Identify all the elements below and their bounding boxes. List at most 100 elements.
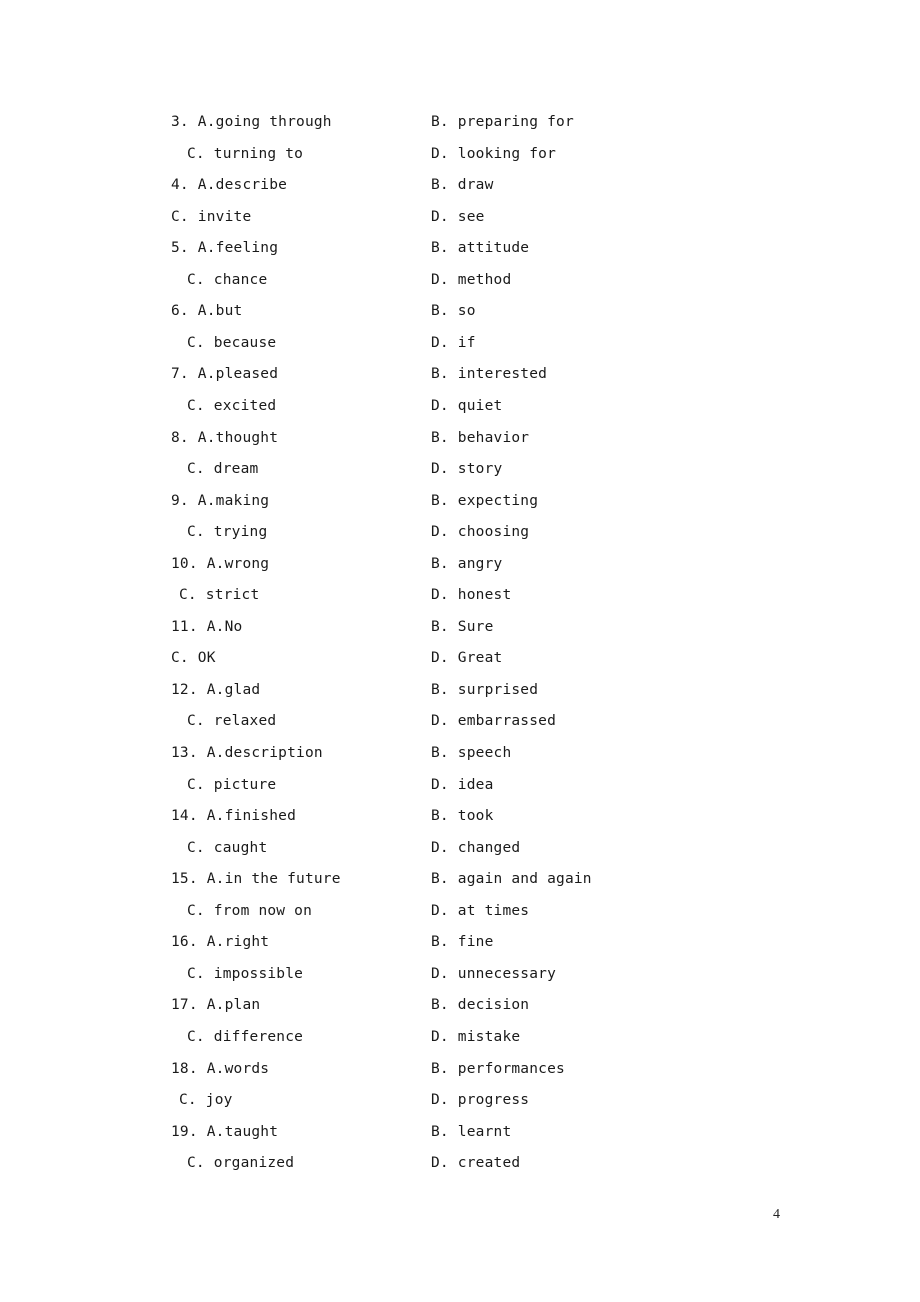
option-row: 4. A.describe B. draw (0, 174, 920, 196)
option-row: 17. A.plan B. decision (0, 994, 920, 1016)
option-left: C. trying (187, 524, 268, 541)
option-row: 5. A.feeling B. attitude (0, 237, 920, 259)
option-right: D. method (431, 271, 512, 288)
option-left: 3. A.going through (171, 114, 332, 130)
option-row: C. relaxed D. embarrassed (0, 710, 920, 732)
option-row: C. strict D. honest (0, 584, 920, 606)
option-right: B. Sure (431, 618, 494, 635)
option-row: C. organized D. created (0, 1152, 920, 1174)
option-left: 17. A.plan (171, 997, 261, 1014)
option-left: C. difference (187, 1028, 304, 1045)
option-right: B. so (431, 303, 476, 320)
option-right: B. attitude (431, 240, 530, 257)
option-left: 13. A.description (171, 745, 323, 761)
option-row: 14. A.finished B. took (0, 805, 920, 827)
option-row: C. dream D. story (0, 458, 920, 480)
option-left: 19. A.taught (171, 1123, 279, 1140)
option-left: 16. A.right (171, 934, 270, 951)
option-right: D. progress (431, 1092, 530, 1109)
option-left: C. turning to (187, 145, 304, 162)
option-row: C. joy D. progress (0, 1089, 920, 1111)
option-right: B. surprised (431, 681, 539, 698)
option-row: 19. A.taught B. learnt (0, 1121, 920, 1143)
document-page: 3. A.going through B. preparing for C. tur… (0, 0, 920, 1302)
option-left: C. excited (187, 397, 277, 414)
option-left: 15. A.in the future (171, 871, 341, 888)
option-right: D. quiet (431, 397, 503, 414)
option-right: B. performances (431, 1060, 565, 1077)
option-row: 3. A.going through B. preparing for (0, 111, 920, 133)
option-left: C. dream (187, 461, 259, 478)
option-right: B. angry (431, 555, 503, 572)
option-row: 10. A.wrong B. angry (0, 553, 920, 575)
option-left: C. joy (179, 1092, 233, 1109)
option-right: B. speech (431, 745, 512, 761)
option-row: C. invite D. see (0, 206, 920, 228)
option-right: B. preparing for (431, 114, 574, 130)
option-row: C. excited D. quiet (0, 395, 920, 417)
option-row: C. picture D. idea (0, 774, 920, 796)
option-left: C. relaxed (187, 713, 277, 730)
option-right: B. behavior (431, 429, 530, 446)
option-row: 16. A.right B. fine (0, 931, 920, 953)
option-left: C. caught (187, 839, 268, 856)
option-row: C. trying D. choosing (0, 521, 920, 543)
option-left: C. invite (171, 208, 252, 225)
option-right: D. if (431, 334, 476, 351)
option-left: C. because (187, 334, 277, 351)
option-right: D. looking for (431, 145, 557, 162)
option-row: 15. A.in the future B. again and again (0, 868, 920, 890)
option-left: 7. A.pleased (171, 366, 279, 383)
option-row: 12. A.glad B. surprised (0, 679, 920, 701)
option-row: 6. A.but B. so (0, 300, 920, 322)
option-right: B. decision (431, 997, 530, 1014)
option-left: C. chance (187, 271, 268, 288)
option-row: C. caught D. changed (0, 837, 920, 859)
option-row: C. chance D. method (0, 269, 920, 291)
option-row: 8. A.thought B. behavior (0, 427, 920, 449)
option-row: C. difference D. mistake (0, 1026, 920, 1048)
option-left: C. OK (171, 650, 216, 667)
option-left: 11. A.No (171, 618, 243, 635)
option-right: D. changed (431, 839, 521, 856)
option-left: 4. A.describe (171, 177, 288, 194)
option-left: 6. A.but (171, 303, 243, 320)
option-right: B. learnt (431, 1123, 512, 1140)
option-left: 10. A.wrong (171, 555, 270, 572)
option-right: B. interested (431, 366, 548, 383)
option-right: B. took (431, 808, 494, 825)
page-number: 4 (773, 1207, 780, 1222)
option-row: 7. A.pleased B. interested (0, 363, 920, 385)
option-left: C. strict (179, 587, 260, 604)
option-row: 18. A.words B. performances (0, 1058, 920, 1080)
option-left: 14. A.finished (171, 808, 297, 825)
option-row: C. from now on D. at times (0, 900, 920, 922)
option-right: D. honest (431, 587, 512, 604)
option-row: 9. A.making B. expecting (0, 490, 920, 512)
option-row: 11. A.No B. Sure (0, 616, 920, 638)
option-right: B. again and again (431, 871, 592, 888)
option-row: C. impossible D. unnecessary (0, 963, 920, 985)
option-left: C. impossible (187, 965, 304, 982)
option-left: C. organized (187, 1155, 295, 1172)
option-row: C. because D. if (0, 332, 920, 354)
option-right: D. mistake (431, 1028, 521, 1045)
option-left: 8. A.thought (171, 429, 279, 446)
option-right: D. story (431, 461, 503, 478)
option-right: D. see (431, 208, 485, 225)
option-right: B. expecting (431, 492, 539, 509)
option-right: D. at times (431, 902, 530, 919)
option-right: D. Great (431, 650, 503, 667)
option-left: C. from now on (187, 902, 313, 919)
option-row: C. OK D. Great (0, 647, 920, 669)
option-right: B. fine (431, 934, 494, 951)
option-right: D. embarrassed (431, 713, 557, 730)
option-right: D. created (431, 1155, 521, 1172)
option-left: 18. A.words (171, 1060, 270, 1077)
option-left: 9. A.making (171, 492, 270, 509)
option-left: 12. A.glad (171, 681, 261, 698)
option-right: B. draw (431, 177, 494, 194)
option-right: D. choosing (431, 524, 530, 541)
option-row: 13. A.description B. speech (0, 742, 920, 764)
option-left: 5. A.feeling (171, 240, 279, 257)
